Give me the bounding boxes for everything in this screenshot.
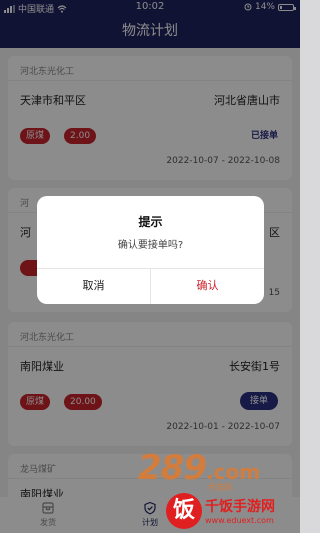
watermark-url: www.eduext.com xyxy=(205,516,274,525)
dialog-title: 提示 xyxy=(138,215,163,229)
watermark-289: 289 xyxy=(138,448,207,488)
confirm-dialog: 提示 确认要接单吗? 取消 确认 xyxy=(37,196,264,304)
watermark-subtitle: 手游网 xyxy=(208,483,232,492)
watermark-site-name: 千饭手游网 xyxy=(205,499,275,515)
dialog-message: 确认要接单吗? xyxy=(117,240,184,251)
watermark-com: .com xyxy=(206,460,261,484)
confirm-button[interactable]: 确认 xyxy=(151,268,264,304)
cancel-button[interactable]: 取消 xyxy=(37,268,150,304)
watermark-logo: 饭 xyxy=(166,493,202,529)
